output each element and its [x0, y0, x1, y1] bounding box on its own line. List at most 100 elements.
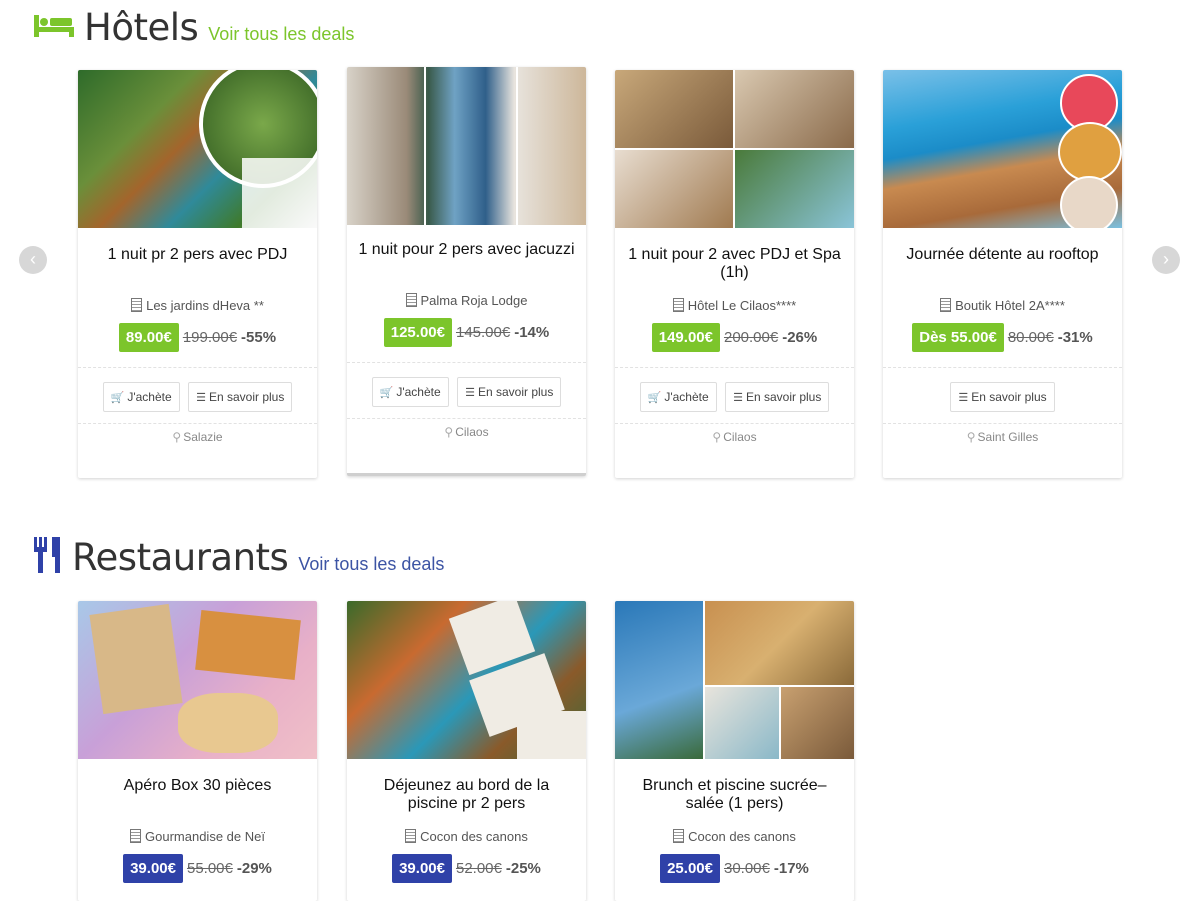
chevron-left-icon[interactable]: ‹: [19, 246, 47, 274]
deal-prices: 25.00€ 30.00€ -17%: [615, 854, 854, 886]
location-name: Salazie: [183, 430, 223, 444]
buy-button[interactable]: 🛒 J'achète: [102, 382, 180, 412]
current-price: 25.00€: [660, 854, 720, 883]
discount-percent: -26%: [782, 329, 818, 346]
current-price: 39.00€: [123, 854, 183, 883]
establishment-name: Gourmandise de Neï: [145, 829, 265, 844]
establishment-name: Boutik Hôtel 2A****: [955, 298, 1065, 313]
deal-image[interactable]: [78, 601, 317, 759]
map-pin-icon: ⚲: [444, 425, 454, 439]
discount-percent: -17%: [773, 860, 809, 877]
map-pin-icon: ⚲: [172, 430, 182, 444]
bed-icon: [34, 13, 74, 42]
old-price: 145.00€: [455, 324, 511, 341]
deal-title[interactable]: 1 nuit pour 2 avec PDJ et Spa (1h): [615, 246, 854, 294]
deal-image[interactable]: [883, 70, 1122, 228]
deal-title[interactable]: Déjeunez au bord de la piscine pr 2 pers: [347, 777, 586, 825]
more-info-label: En savoir plus: [971, 390, 1047, 404]
deal-title[interactable]: Brunch et piscine sucrée–salée (1 pers): [615, 777, 854, 825]
current-price: Dès 55.00€: [912, 323, 1004, 352]
establishment-name: Les jardins dHeva **: [146, 298, 264, 313]
deal-location: ⚲ Salazie: [78, 424, 317, 478]
hotels-heading: Hôtels: [84, 6, 199, 49]
building-icon: [131, 298, 143, 312]
establishment-name: Palma Roja Lodge: [420, 293, 528, 308]
deal-image[interactable]: [347, 601, 586, 759]
list-icon: ☰: [733, 392, 743, 404]
more-info-button[interactable]: ☰ En savoir plus: [950, 382, 1055, 412]
discount-percent: -55%: [241, 329, 277, 346]
buy-label: J'achète: [127, 390, 172, 404]
old-price: 55.00€: [186, 860, 233, 877]
hotels-section-header: Hôtels Voir tous les deals: [34, 6, 354, 49]
deal-image[interactable]: [347, 67, 586, 225]
location-name: Cilaos: [723, 430, 757, 444]
building-icon: [405, 293, 417, 307]
restaurant-deal-card[interactable]: Brunch et piscine sucrée–salée (1 pers) …: [615, 601, 854, 901]
deal-prices: 125.00€ 145.00€ -14%: [347, 318, 586, 350]
deal-establishment: Palma Roja Lodge: [347, 293, 586, 308]
building-icon: [672, 298, 684, 312]
deal-image[interactable]: [78, 70, 317, 228]
cart-icon: 🛒: [379, 387, 394, 399]
deal-establishment: Cocon des canons: [347, 829, 586, 844]
deal-title[interactable]: Apéro Box 30 pièces: [78, 777, 317, 825]
hotel-deal-card[interactable]: 1 nuit pour 2 pers avec jacuzzi Palma Ro…: [347, 67, 586, 476]
more-info-button[interactable]: ☰ En savoir plus: [725, 382, 830, 412]
chevron-right-icon[interactable]: ›: [1152, 246, 1180, 274]
hotel-deal-card[interactable]: 1 nuit pour 2 avec PDJ et Spa (1h) Hôtel…: [615, 70, 854, 478]
more-info-button[interactable]: ☰ En savoir plus: [457, 377, 562, 407]
location-name: Saint Gilles: [977, 430, 1039, 444]
building-icon: [940, 298, 952, 312]
location-name: Cilaos: [455, 425, 489, 439]
more-info-label: En savoir plus: [208, 390, 285, 404]
buy-button[interactable]: 🛒 J'achète: [371, 377, 449, 407]
old-price: 52.00€: [455, 860, 502, 877]
old-price: 199.00€: [182, 329, 238, 346]
list-icon: ☰: [465, 387, 475, 399]
deal-prices: 39.00€ 55.00€ -29%: [78, 854, 317, 886]
restaurants-see-all-link[interactable]: Voir tous les deals: [298, 554, 444, 575]
restaurants-section-header: Restaurants Voir tous les deals: [34, 536, 444, 579]
hotels-see-all-link[interactable]: Voir tous les deals: [208, 24, 354, 45]
deal-actions: 🛒 J'achète ☰ En savoir plus: [78, 368, 317, 423]
deal-location: ⚲ Cilaos: [615, 424, 854, 478]
old-price: 30.00€: [723, 860, 770, 877]
deal-image[interactable]: [615, 601, 854, 759]
deal-location: ⚲ Cilaos: [347, 419, 586, 473]
restaurant-deal-card[interactable]: Déjeunez au bord de la piscine pr 2 pers…: [347, 601, 586, 901]
deal-prices: 39.00€ 52.00€ -25%: [347, 854, 586, 886]
deal-title[interactable]: 1 nuit pour 2 pers avec jacuzzi: [347, 241, 586, 289]
buy-label: J'achète: [664, 390, 709, 404]
deal-establishment: Hôtel Le Cilaos****: [615, 298, 854, 313]
list-icon: ☰: [958, 392, 969, 404]
deal-title[interactable]: Journée détente au rooftop: [883, 246, 1122, 294]
discount-percent: -31%: [1057, 329, 1093, 346]
restaurant-deal-card[interactable]: Apéro Box 30 pièces Gourmandise de Neï 3…: [78, 601, 317, 901]
establishment-name: Hôtel Le Cilaos****: [687, 298, 797, 313]
current-price: 89.00€: [118, 323, 179, 352]
deal-prices: 149.00€ 200.00€ -26%: [615, 323, 854, 355]
deal-actions: 🛒 J'achète ☰ En savoir plus: [615, 368, 854, 423]
buy-label: J'achète: [396, 385, 441, 399]
deal-prices: Dès 55.00€ 80.00€ -31%: [883, 323, 1122, 355]
hotel-deal-card[interactable]: 1 nuit pr 2 pers avec PDJ Les jardins dH…: [78, 70, 317, 478]
more-info-label: En savoir plus: [745, 390, 822, 404]
more-info-label: En savoir plus: [477, 385, 554, 399]
buy-button[interactable]: 🛒 J'achète: [639, 382, 717, 412]
hotel-deal-card[interactable]: Journée détente au rooftop Boutik Hôtel …: [883, 70, 1122, 478]
current-price: 39.00€: [392, 854, 452, 883]
map-pin-icon: ⚲: [712, 430, 722, 444]
more-info-button[interactable]: ☰ En savoir plus: [188, 382, 293, 412]
deal-title[interactable]: 1 nuit pr 2 pers avec PDJ: [78, 246, 317, 294]
establishment-name: Cocon des canons: [420, 829, 528, 844]
establishment-name: Cocon des canons: [688, 829, 796, 844]
deal-image[interactable]: [615, 70, 854, 228]
current-price: 149.00€: [651, 323, 720, 352]
discount-percent: -29%: [236, 860, 272, 877]
deal-actions: ☰ En savoir plus: [883, 368, 1122, 423]
fork-knife-icon: [34, 537, 62, 578]
deal-establishment: Les jardins dHeva **: [78, 298, 317, 313]
discount-percent: -25%: [505, 860, 541, 877]
deal-prices: 89.00€ 199.00€ -55%: [78, 323, 317, 355]
